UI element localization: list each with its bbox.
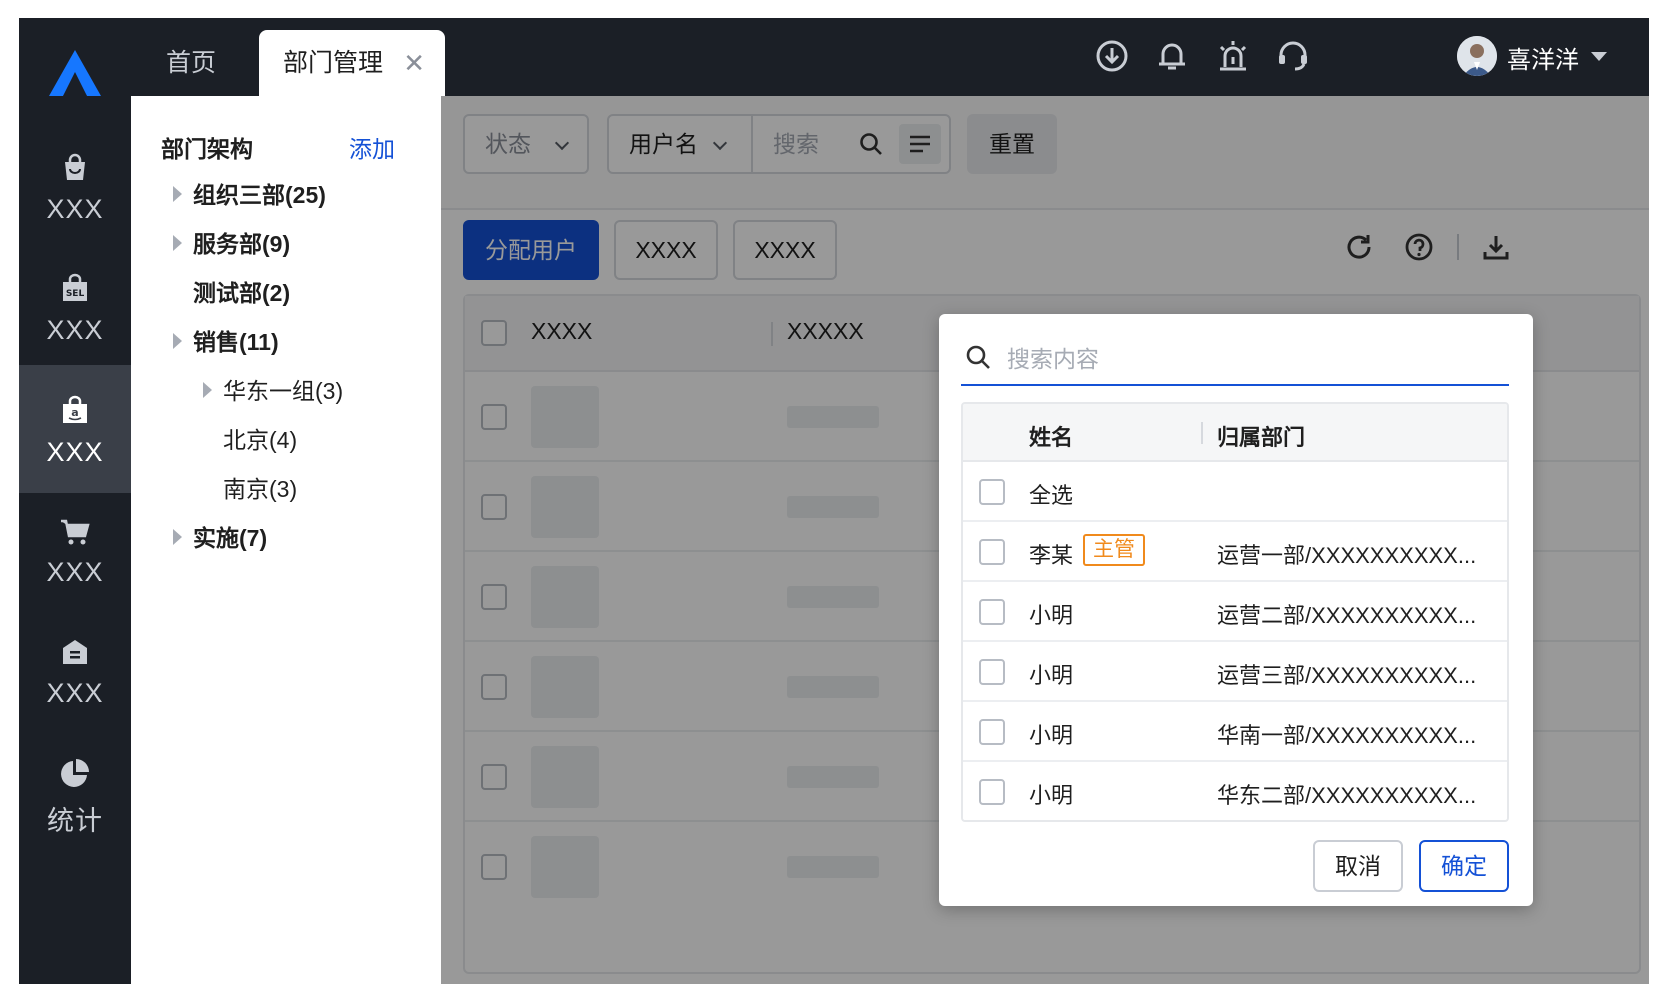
username[interactable]: 喜洋洋 [1507, 40, 1579, 75]
alarm-icon[interactable] [1214, 37, 1252, 75]
select-all-checkbox[interactable] [979, 479, 1005, 505]
column-header-dept: 归属部门 [1217, 425, 1306, 450]
nav-item-5[interactable]: XXX [19, 606, 131, 734]
user-dept: 华南一部/XXXXXXXXXX... [1217, 723, 1477, 748]
avatar[interactable] [1457, 36, 1497, 76]
user-name: 李某 [1029, 543, 1074, 568]
svg-text:a: a [71, 406, 78, 419]
user-dept: 运营三部/XXXXXXXXXX... [1217, 663, 1477, 688]
column-header-name: 姓名 [1029, 425, 1074, 450]
nav-label: XXX [46, 437, 104, 467]
tree-node[interactable]: 南京(3) [223, 474, 297, 504]
nav-item-2[interactable]: SEL XXX [19, 243, 131, 371]
user-name: 小明 [1029, 663, 1074, 688]
app-window: XXX SEL XXX a XXX XXX XXX 统计 首页 部门管理 ✕ 喜… [19, 18, 1649, 984]
user-name: 小明 [1029, 603, 1074, 628]
user-dept: 运营二部/XXXXXXXXXX... [1217, 603, 1477, 628]
tree-node[interactable]: 组织三部(25) [193, 180, 326, 210]
popup-user-table: 姓名 归属部门 全选 李某 主管 运营一部/XXXXXXXXXX... 小明 运… [961, 402, 1509, 822]
tab-dept-management[interactable]: 部门管理 ✕ [259, 30, 445, 96]
add-dept-link[interactable]: 添加 [349, 130, 395, 164]
cart-icon [61, 519, 90, 545]
tree-node[interactable]: 测试部(2) [193, 278, 290, 308]
top-bar: 首页 部门管理 ✕ 喜洋洋 [131, 18, 1649, 96]
row-checkbox[interactable] [979, 659, 1005, 685]
tab-label: 部门管理 [283, 49, 384, 77]
popup-search-input[interactable]: 搜索内容 [1007, 340, 1099, 374]
row-checkbox[interactable] [979, 539, 1005, 565]
user-row[interactable]: 李某 主管 运营一部/XXXXXXXXXX... [963, 522, 1507, 582]
nav-item-4[interactable]: XXX [19, 485, 131, 613]
manager-badge: 主管 [1083, 534, 1145, 566]
popup-search-field[interactable]: 搜索内容 [961, 332, 1509, 386]
side-nav: XXX SEL XXX a XXX XXX XXX 统计 [19, 18, 131, 984]
popup-table-header: 姓名 归属部门 [963, 404, 1507, 462]
sel-bag-icon: SEL [63, 273, 87, 301]
user-row[interactable]: 小明 华东二部/XXXXXXXXXX... [963, 762, 1507, 820]
expand-arrow-icon[interactable] [203, 382, 212, 398]
user-name: 小明 [1029, 723, 1074, 748]
tree-title: 部门架构 [161, 136, 253, 162]
shopping-bag-icon [65, 153, 85, 180]
tab-home[interactable]: 首页 [131, 30, 251, 96]
user-dept: 华东二部/XXXXXXXXXX... [1217, 783, 1477, 808]
chevron-down-icon[interactable] [1591, 52, 1607, 61]
tree-node[interactable]: 实施(7) [193, 523, 267, 553]
dept-tree-panel: 部门架构 添加 组织三部(25) 服务部(9) 测试部(2) 销售(11) 华东… [131, 96, 441, 984]
bell-icon[interactable] [1153, 37, 1191, 75]
user-picker-popup: 搜索内容 姓名 归属部门 全选 李某 主管 运营一部/XXXXXXXXXX...… [939, 314, 1533, 906]
nav-label: 统计 [47, 806, 103, 836]
store-icon [63, 640, 87, 664]
nav-item-3[interactable]: a XXX [19, 365, 131, 493]
headset-icon[interactable] [1274, 37, 1312, 75]
select-all-label: 全选 [1029, 483, 1074, 508]
divider [1201, 422, 1203, 444]
tree-node[interactable]: 销售(11) [193, 327, 279, 357]
user-row[interactable]: 小明 华南一部/XXXXXXXXXX... [963, 702, 1507, 762]
nav-item-stats[interactable]: 统计 [19, 727, 131, 855]
nav-label: XXX [46, 557, 104, 587]
select-all-row[interactable]: 全选 [963, 462, 1507, 522]
search-icon [966, 345, 990, 369]
nav-label: XXX [46, 194, 104, 224]
user-row[interactable]: 小明 运营二部/XXXXXXXXXX... [963, 582, 1507, 642]
app-logo-icon[interactable] [45, 48, 105, 98]
amazon-icon: a [63, 395, 87, 423]
row-checkbox[interactable] [979, 719, 1005, 745]
expand-arrow-icon[interactable] [173, 529, 182, 545]
tree-node[interactable]: 北京(4) [223, 425, 297, 455]
nav-item-1[interactable]: XXX [19, 122, 131, 250]
user-row[interactable]: 小明 运营三部/XXXXXXXXXX... [963, 642, 1507, 702]
pie-chart-icon [61, 759, 89, 787]
svg-text:SEL: SEL [66, 289, 85, 299]
tree-node[interactable]: 华东一组(3) [223, 376, 343, 406]
expand-arrow-icon[interactable] [173, 333, 182, 349]
tree-node[interactable]: 服务部(9) [193, 229, 290, 259]
expand-arrow-icon[interactable] [173, 235, 182, 251]
user-dept: 运营一部/XXXXXXXXXX... [1217, 543, 1477, 568]
confirm-button[interactable]: 确定 [1419, 840, 1509, 892]
row-checkbox[interactable] [979, 779, 1005, 805]
user-name: 小明 [1029, 783, 1074, 808]
row-checkbox[interactable] [979, 599, 1005, 625]
user-avatar-icon [1457, 36, 1497, 76]
download-circle-icon[interactable] [1093, 37, 1131, 75]
nav-label: XXX [46, 315, 104, 345]
cancel-button[interactable]: 取消 [1313, 840, 1403, 892]
expand-arrow-icon[interactable] [173, 186, 182, 202]
close-icon[interactable]: ✕ [403, 30, 425, 96]
nav-label: XXX [46, 678, 104, 708]
